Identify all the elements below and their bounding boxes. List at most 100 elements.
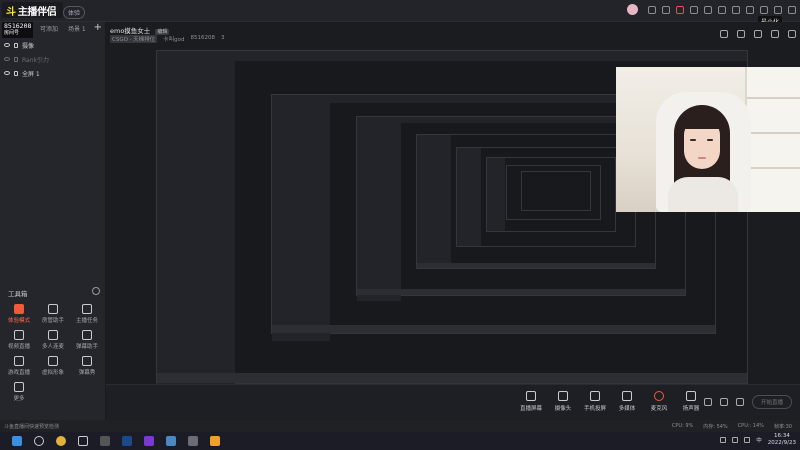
eye-icon[interactable] — [4, 71, 10, 75]
network-icon[interactable] — [732, 437, 739, 443]
add-scene-button[interactable]: + — [94, 22, 102, 33]
beta-badge[interactable]: 体验 — [63, 6, 86, 19]
tool-multi-mic[interactable]: 多人连麦 — [36, 330, 70, 350]
eye-icon[interactable] — [4, 43, 10, 47]
source-item-rank[interactable]: Rank引力 — [4, 52, 104, 66]
tool-tasks[interactable]: 主播任务 — [70, 304, 104, 324]
media-controls: 直播屏幕 摄像头 手机投屏 多媒体 麦克风 扬声器 — [520, 391, 702, 412]
gray-app-icon[interactable] — [188, 436, 198, 446]
purple-app-icon[interactable] — [144, 436, 154, 446]
category-tag[interactable]: CSGO · 天梯排位 — [110, 35, 158, 43]
room-id-overlay: 8516208 房间号 — [2, 22, 34, 38]
toolbox-title: 工具箱 — [8, 290, 28, 298]
chrome-icon[interactable] — [56, 436, 66, 446]
camera-button[interactable]: 摄像头 — [552, 391, 574, 412]
mail-icon[interactable] — [732, 5, 740, 14]
admin-icon — [48, 304, 58, 314]
anchor-id: 8516208 — [190, 35, 216, 41]
steam-icon[interactable] — [122, 436, 132, 446]
status-left: 斗鱼直播间快速预览检测 — [4, 424, 60, 430]
gear-icon[interactable] — [735, 398, 744, 406]
more-circle-icon[interactable] — [92, 287, 100, 295]
toolbox-grid: 体验模式 房管助手 主播任务 视频直播 多人连麦 弹幕助手 游戏直播 虚拟形象 … — [2, 304, 104, 402]
screen-share-button[interactable]: 直播屏幕 — [520, 391, 542, 412]
user-avatar[interactable] — [627, 4, 638, 15]
settings-icon[interactable] — [746, 5, 754, 14]
source-label: 摄像 — [22, 42, 35, 50]
control-right: 开始直播 — [703, 395, 792, 409]
tab-scene-1[interactable]: 场景 1 — [68, 24, 86, 36]
app-icon[interactable] — [100, 436, 110, 446]
clock[interactable]: 16:34 2022/9/23 — [768, 433, 796, 447]
bell-icon[interactable] — [771, 30, 779, 38]
source-label: 全屏 1 — [22, 70, 40, 78]
tool-avatar[interactable]: 虚拟形象 — [36, 356, 70, 376]
nested-screen-8 — [521, 171, 591, 211]
task-view-icon[interactable] — [78, 436, 88, 446]
logo-mark: 斗 — [6, 6, 16, 18]
notification-icon[interactable] — [676, 5, 684, 14]
tool-experience-mode[interactable]: 体验模式 — [2, 304, 36, 324]
tool-more[interactable]: 更多 — [2, 382, 36, 402]
speaker-button[interactable]: 扬声器 — [680, 391, 702, 412]
layout-icon[interactable] — [737, 30, 745, 38]
tab-addable[interactable]: 可添加 — [40, 24, 58, 36]
lock-icon[interactable] — [14, 42, 18, 48]
tray-icon[interactable] — [720, 437, 727, 443]
volume-icon[interactable] — [744, 437, 751, 443]
message-icon[interactable] — [690, 5, 698, 14]
tool-danmu-helper[interactable]: 弹幕助手 — [70, 330, 104, 350]
stream-info: CSGO · 天梯排位 卡叫god 8516208 3 — [110, 35, 225, 43]
microphone-icon — [654, 391, 664, 401]
start-live-button[interactable]: 开始直播 — [751, 395, 792, 409]
media-button[interactable]: 多媒体 — [616, 391, 638, 412]
eye-icon[interactable] — [4, 57, 10, 61]
blue-app-icon[interactable] — [166, 436, 176, 446]
heat-value: 3 — [221, 35, 225, 41]
phone-cast-icon — [590, 391, 600, 401]
tool-game-live[interactable]: 游戏直播 — [2, 356, 36, 376]
multi-user-icon — [48, 330, 58, 340]
source-item-fullscreen[interactable]: 全屏 1 — [4, 66, 104, 80]
gift-icon[interactable] — [704, 5, 712, 14]
source-label: Rank引力 — [22, 56, 49, 64]
status-bar: 斗鱼直播间快速预览检测 CPU: 9% 内存: 54% CPU:: 14% 帧率… — [0, 420, 800, 432]
task-icon — [82, 304, 92, 314]
webcam-feed[interactable] — [616, 67, 800, 212]
lock-icon[interactable] — [14, 56, 18, 62]
anchor-name: 卡叫god — [163, 37, 185, 43]
grid-icon — [14, 382, 24, 392]
fullscreen-icon[interactable] — [788, 30, 796, 38]
toolbox-header: 工具箱 — [8, 287, 100, 298]
search-icon[interactable] — [34, 436, 44, 446]
douyu-app-icon[interactable] — [210, 436, 220, 446]
record-icon[interactable] — [703, 398, 712, 406]
tool-video-live[interactable]: 视频直播 — [2, 330, 36, 350]
canvas-tools — [720, 30, 796, 38]
phone-icon[interactable] — [662, 5, 670, 14]
camera-icon — [558, 391, 568, 401]
phone-cast-button[interactable]: 手机投屏 — [584, 391, 606, 412]
input-language[interactable]: 中 — [756, 436, 762, 444]
windows-start-icon[interactable] — [12, 436, 22, 446]
share-icon[interactable] — [720, 30, 728, 38]
tool-room-admin[interactable]: 房管助手 — [36, 304, 70, 324]
system-tray: 中 16:34 2022/9/23 — [720, 433, 796, 447]
headset-icon[interactable] — [648, 5, 656, 14]
restore-icon[interactable] — [774, 5, 782, 14]
lock-icon[interactable] — [754, 30, 762, 38]
lock-icon[interactable] — [14, 70, 18, 76]
screen-share-icon — [526, 391, 536, 401]
source-item-camera[interactable]: 摄像 — [4, 38, 104, 52]
minimize-icon[interactable] — [760, 5, 768, 14]
left-panel: 可添加 场景 1 + 8516208 房间号 摄像 Rank引力 全屏 1 工具… — [0, 22, 106, 432]
tool-danmu-show[interactable]: 弹幕秀 — [70, 356, 104, 376]
audio-settings-icon[interactable] — [719, 398, 728, 406]
shirt-icon[interactable] — [718, 5, 726, 14]
experience-icon — [14, 304, 24, 314]
microphone-button[interactable]: 麦克风 — [648, 391, 670, 412]
tv-icon — [82, 356, 92, 366]
preview-canvas[interactable]: emo摸鱼女士 编辑 CSGO · 天梯排位 卡叫god 8516208 3 — [106, 22, 800, 393]
close-icon[interactable] — [788, 5, 796, 14]
video-icon — [14, 330, 24, 340]
